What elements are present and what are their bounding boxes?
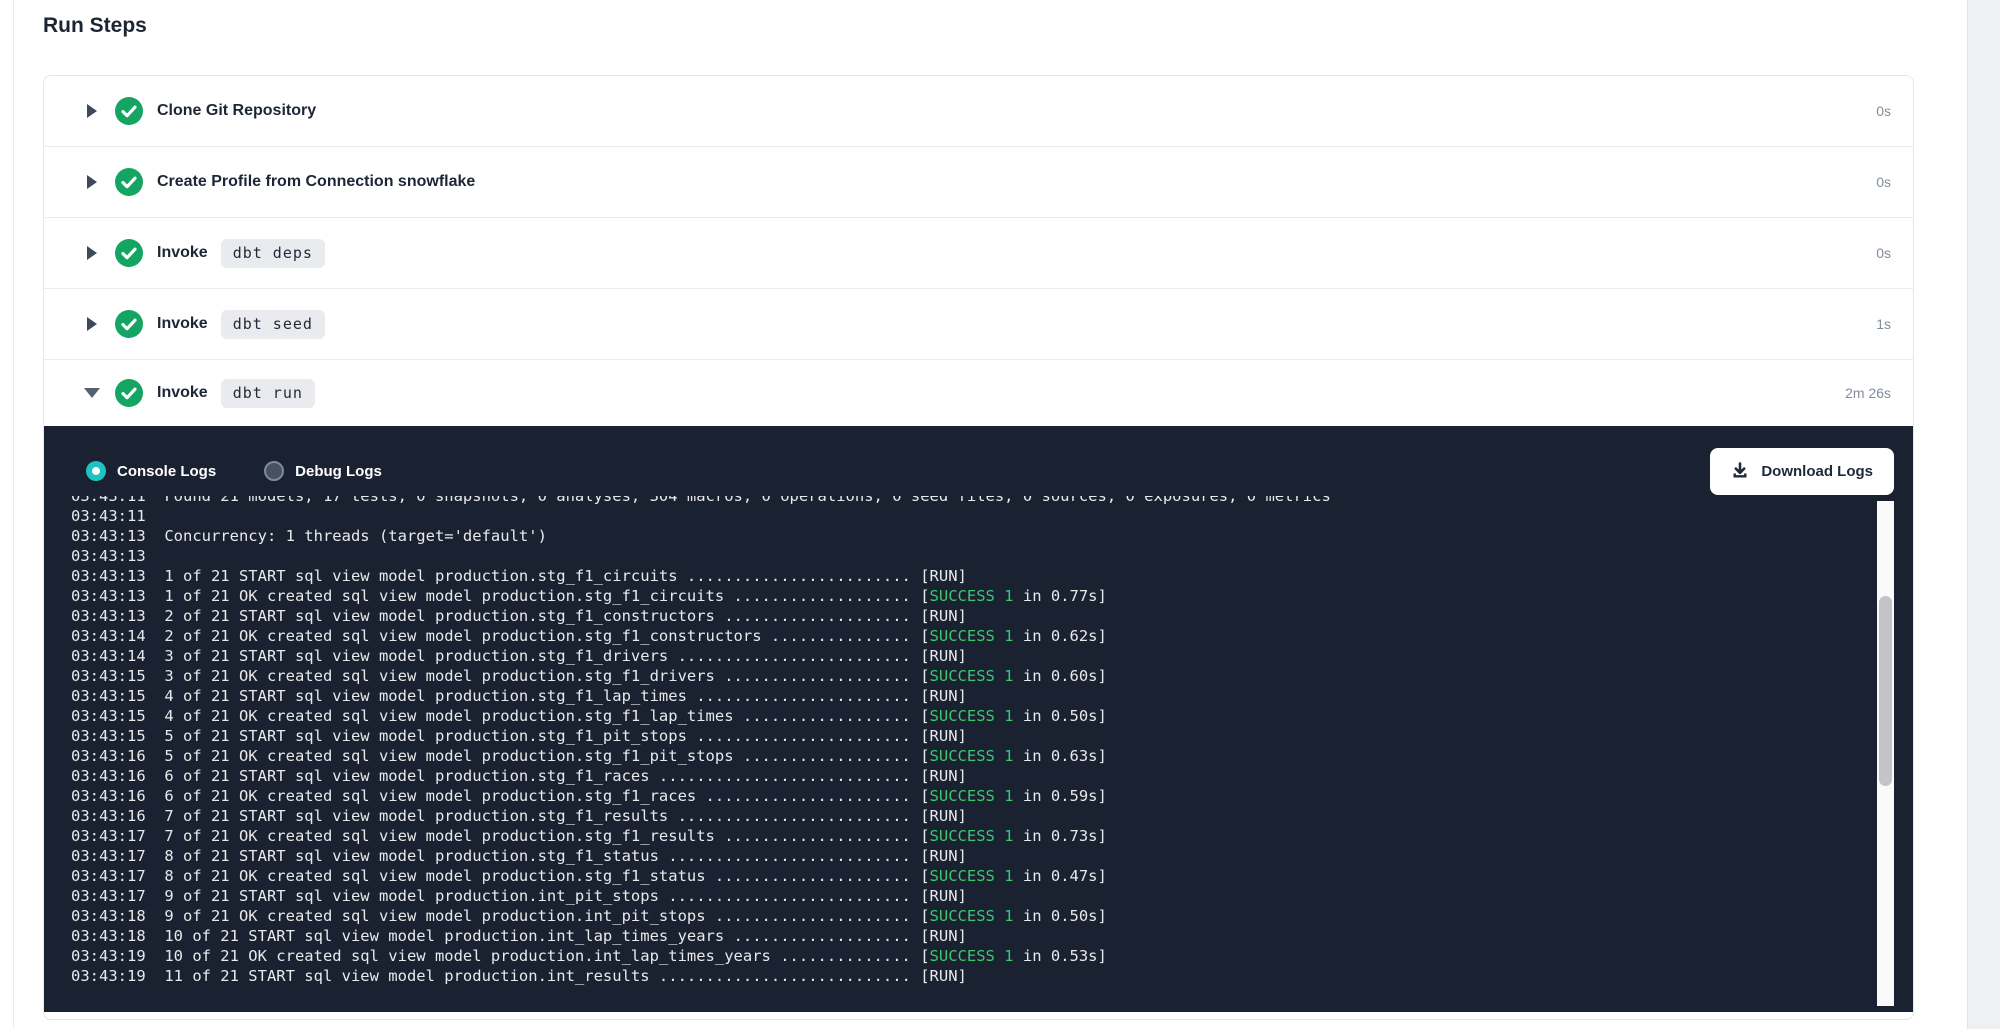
- log-line: 03:43:16 7 of 21 START sql view model pr…: [71, 806, 1873, 826]
- log-line: 03:43:15 4 of 21 OK created sql view mod…: [71, 706, 1873, 726]
- step-duration: 2m 26s: [1845, 385, 1891, 401]
- caret-triangle: [87, 104, 97, 118]
- log-success-status: SUCCESS 1: [930, 787, 1014, 805]
- caret-triangle: [87, 317, 97, 331]
- run-step-row[interactable]: Invoke dbt seed 1s: [44, 289, 1913, 360]
- console-logs-radio[interactable]: Console Logs: [86, 461, 216, 481]
- log-line: 03:43:18 10 of 21 START sql view model p…: [71, 926, 1873, 946]
- step-title: Clone Git Repository: [157, 102, 316, 120]
- run-steps-card: Clone Git Repository0sCreate Profile fro…: [43, 75, 1914, 1020]
- log-line: 03:43:13 1 of 21 START sql view model pr…: [71, 566, 1873, 586]
- log-success-status: SUCCESS 1: [930, 947, 1014, 965]
- expand-caret-icon[interactable]: [82, 104, 102, 118]
- download-icon: [1731, 462, 1749, 480]
- caret-triangle: [87, 175, 97, 189]
- log-success-status: SUCCESS 1: [930, 907, 1014, 925]
- run-step-row[interactable]: Invoke dbt run 2m 26s: [44, 360, 1913, 426]
- log-line: 03:43:17 9 of 21 START sql view model pr…: [71, 886, 1873, 906]
- log-line: 03:43:17 8 of 21 OK created sql view mod…: [71, 866, 1873, 886]
- run-step-row[interactable]: Clone Git Repository 0s: [44, 76, 1913, 147]
- right-panel-gutter: [1967, 0, 2000, 1029]
- log-console-panel: Console Logs Debug Logs Download Logs 03: [44, 426, 1913, 1012]
- log-line: 03:43:19 11 of 21 START sql view model p…: [71, 966, 1873, 986]
- log-line: 03:43:19 10 of 21 OK created sql view mo…: [71, 946, 1873, 966]
- step-duration: 0s: [1876, 245, 1891, 261]
- radio-selected-icon[interactable]: [86, 461, 106, 481]
- log-line: 03:43:17 7 of 21 OK created sql view mod…: [71, 826, 1873, 846]
- success-check-icon: [115, 97, 143, 125]
- debug-logs-label: Debug Logs: [295, 463, 382, 480]
- step-title: Invoke: [157, 384, 208, 402]
- success-check-icon: [115, 168, 143, 196]
- radio-unselected-icon[interactable]: [264, 461, 284, 481]
- step-title: Invoke: [157, 244, 208, 262]
- step-duration: 0s: [1876, 103, 1891, 119]
- console-log-output: 03:43:11 Found 21 models, 17 tests, 0 sn…: [44, 496, 1873, 986]
- caret-triangle: [84, 388, 100, 398]
- log-success-status: SUCCESS 1: [930, 707, 1014, 725]
- download-logs-label: Download Logs: [1761, 463, 1873, 480]
- log-line: 03:43:13: [71, 546, 1873, 566]
- step-command-chip: dbt run: [221, 379, 315, 408]
- scrollbar-thumb[interactable]: [1879, 596, 1892, 786]
- left-divider: [13, 0, 14, 1029]
- success-check-icon: [115, 239, 143, 267]
- success-check-icon: [115, 379, 143, 407]
- collapse-caret-icon[interactable]: [82, 388, 102, 398]
- log-line: 03:43:14 3 of 21 START sql view model pr…: [71, 646, 1873, 666]
- caret-triangle: [87, 246, 97, 260]
- log-success-status: SUCCESS 1: [930, 587, 1014, 605]
- log-line: 03:43:15 5 of 21 START sql view model pr…: [71, 726, 1873, 746]
- log-success-status: SUCCESS 1: [930, 667, 1014, 685]
- run-step-row[interactable]: Create Profile from Connection snowflake…: [44, 147, 1913, 218]
- log-success-status: SUCCESS 1: [930, 747, 1014, 765]
- step-command-chip: dbt seed: [221, 310, 325, 339]
- log-success-status: SUCCESS 1: [930, 627, 1014, 645]
- log-line: 03:43:16 5 of 21 OK created sql view mod…: [71, 746, 1873, 766]
- console-scrollbar[interactable]: [1877, 501, 1894, 1006]
- debug-logs-radio[interactable]: Debug Logs: [264, 461, 382, 481]
- step-duration: 1s: [1876, 316, 1891, 332]
- log-viewport[interactable]: 03:43:11 Found 21 models, 17 tests, 0 sn…: [44, 496, 1873, 998]
- step-rows: Clone Git Repository0sCreate Profile fro…: [44, 76, 1913, 426]
- step-duration: 0s: [1876, 174, 1891, 190]
- step-title: Invoke: [157, 315, 208, 333]
- log-line: 03:43:13 Concurrency: 1 threads (target=…: [71, 526, 1873, 546]
- log-success-status: SUCCESS 1: [930, 867, 1014, 885]
- success-check-icon: [115, 310, 143, 338]
- log-success-status: SUCCESS 1: [930, 827, 1014, 845]
- run-step-row[interactable]: Invoke dbt deps 0s: [44, 218, 1913, 289]
- expand-caret-icon[interactable]: [82, 175, 102, 189]
- step-title: Create Profile from Connection snowflake: [157, 173, 475, 191]
- log-line: 03:43:15 3 of 21 OK created sql view mod…: [71, 666, 1873, 686]
- page-title: Run Steps: [43, 14, 1914, 38]
- log-line: 03:43:18 9 of 21 OK created sql view mod…: [71, 906, 1873, 926]
- log-line: 03:43:17 8 of 21 START sql view model pr…: [71, 846, 1873, 866]
- log-line: 03:43:11: [71, 506, 1873, 526]
- log-line: 03:43:15 4 of 21 START sql view model pr…: [71, 686, 1873, 706]
- log-line: 03:43:11 Found 21 models, 17 tests, 0 sn…: [71, 496, 1873, 506]
- run-steps-section: Run Steps Clone Git Repository0sCreate P…: [43, 14, 1914, 1020]
- console-logs-label: Console Logs: [117, 463, 216, 480]
- expand-caret-icon[interactable]: [82, 317, 102, 331]
- log-line: 03:43:16 6 of 21 START sql view model pr…: [71, 766, 1873, 786]
- log-line: 03:43:14 2 of 21 OK created sql view mod…: [71, 626, 1873, 646]
- expand-caret-icon[interactable]: [82, 246, 102, 260]
- log-line: 03:43:13 1 of 21 OK created sql view mod…: [71, 586, 1873, 606]
- step-command-chip: dbt deps: [221, 239, 325, 268]
- log-line: 03:43:16 6 of 21 OK created sql view mod…: [71, 786, 1873, 806]
- log-line: 03:43:13 2 of 21 START sql view model pr…: [71, 606, 1873, 626]
- download-logs-button[interactable]: Download Logs: [1710, 448, 1894, 495]
